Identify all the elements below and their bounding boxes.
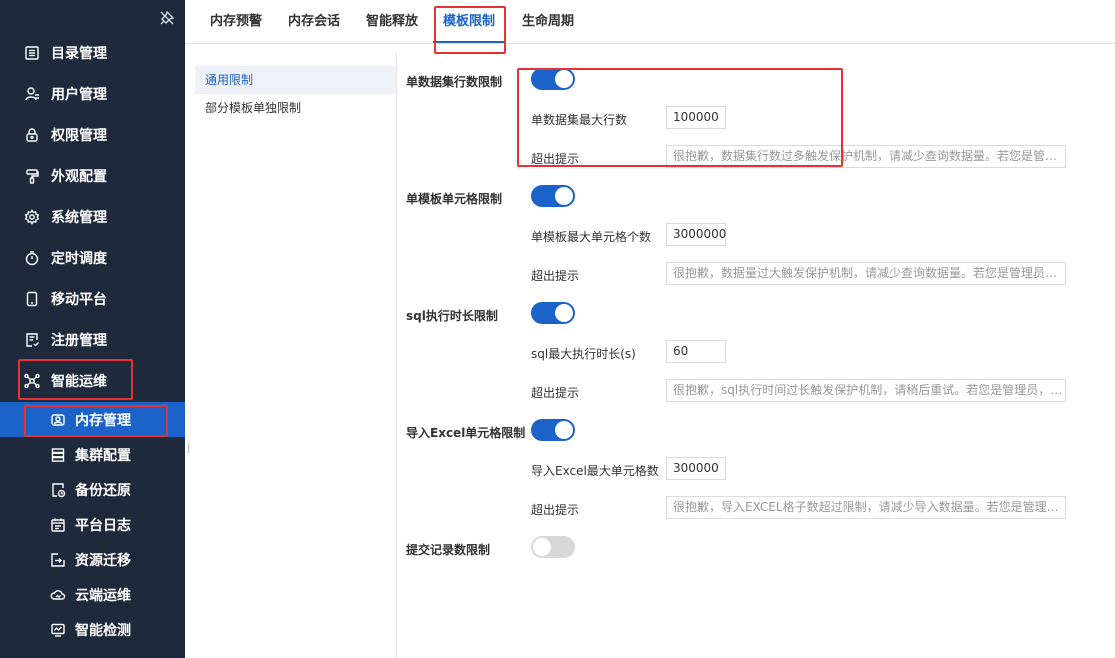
sidebar-item-label: 外观配置 xyxy=(51,168,107,185)
sidebar-item-label: 系统管理 xyxy=(51,209,107,226)
sidebar-item-label: 注册管理 xyxy=(51,332,107,349)
sidebar-subitem-cluster[interactable]: 集群配置 xyxy=(0,437,185,472)
toggle-knob xyxy=(555,421,573,439)
sidebar-item-label: 目录管理 xyxy=(51,45,107,62)
paint-roller-icon xyxy=(26,168,39,184)
sidebar-item-label: 用户管理 xyxy=(51,86,107,103)
overflow-message-label: 超出提示 xyxy=(531,503,580,517)
overflow-message-label: 超出提示 xyxy=(531,269,580,283)
cloud-icon xyxy=(50,589,66,600)
tab-label: 智能释放 xyxy=(366,14,419,29)
register-icon xyxy=(26,332,39,347)
migrate-icon xyxy=(51,552,65,567)
sidebar-item-catalog[interactable]: 目录管理 xyxy=(0,32,185,73)
dataset-max-rows-input[interactable]: 100000 xyxy=(666,106,726,129)
template-max-cells-input[interactable]: 3000000 xyxy=(666,223,726,246)
dataset-max-rows-label: 单数据集最大行数 xyxy=(531,113,628,127)
dataset-overflow-message-input[interactable]: 很抱歉，数据集行数过多触发保护机制，请减少查询数据量。若您是管理员，可在智能运维… xyxy=(666,145,1066,168)
sidebar: 目录管理 用户管理 权限管理 外观配置 系统管理 定时调度 移动平台 注册管理 … xyxy=(0,0,185,658)
sidebar-subitem-memory[interactable]: 内存管理 xyxy=(0,402,185,437)
sidebar-item-appearance[interactable]: 外观配置 xyxy=(0,155,185,196)
sidebar-item-schedule[interactable]: 定时调度 xyxy=(0,237,185,278)
excel-max-cells-input[interactable]: 300000 xyxy=(666,457,726,480)
limit-submenu: 通用限制 部分模板单独限制 xyxy=(195,52,397,658)
sidebar-subitem-label: 智能检测 xyxy=(75,622,131,639)
sql-overflow-message-input[interactable]: 很抱歉，sql执行时间过长触发保护机制，请稍后重试。若您是管理员，可在智能运维-… xyxy=(666,379,1066,402)
toggle-knob xyxy=(555,70,573,88)
sidebar-subitem-logs[interactable]: 平台日志 xyxy=(0,507,185,542)
overflow-message-label: 超出提示 xyxy=(531,152,580,166)
lock-icon xyxy=(26,127,38,142)
excel-cells-limit-toggle[interactable] xyxy=(531,419,575,441)
sql-max-duration-label: sql最大执行时长(s) xyxy=(531,347,636,361)
sidebar-subitem-cloud[interactable]: 云端运维 xyxy=(0,577,185,612)
memory-icon xyxy=(51,413,65,426)
sidebar-item-label: 移动平台 xyxy=(51,291,107,308)
timer-icon xyxy=(25,250,39,265)
sidebar-item-mobile[interactable]: 移动平台 xyxy=(0,278,185,319)
sidebar-item-label: 权限管理 xyxy=(51,127,107,144)
submenu-item-label: 通用限制 xyxy=(205,73,254,87)
sidebar-subitem-label: 集群配置 xyxy=(75,447,131,464)
log-icon xyxy=(51,518,65,532)
list-icon xyxy=(25,45,39,60)
sidebar-subitem-label: 平台日志 xyxy=(75,517,131,534)
excel-overflow-message-input[interactable]: 很抱歉，导入EXCEL格子数超过限制，请减少导入数据量。若您是管理员，可在智能运… xyxy=(666,496,1066,519)
network-icon xyxy=(24,373,40,388)
overflow-message-label: 超出提示 xyxy=(531,386,580,400)
sidebar-resize-handle[interactable]: ⁞ ⁞ xyxy=(187,442,191,459)
template-cells-limit-toggle[interactable] xyxy=(531,185,575,207)
tab-smart-release[interactable]: 智能释放 xyxy=(366,0,418,43)
sidebar-subitem-detect[interactable]: 智能检测 xyxy=(0,612,185,647)
monitor-icon xyxy=(51,623,65,637)
template-max-cells-label: 单模板最大单元格个数 xyxy=(531,230,652,244)
section-title: 单数据集行数限制 xyxy=(406,75,503,89)
sidebar-subitem-label: 资源迁移 xyxy=(75,552,131,569)
tab-label: 生命周期 xyxy=(522,14,575,29)
sidebar-item-register[interactable]: 注册管理 xyxy=(0,319,185,360)
sidebar-subitem-label: 备份还原 xyxy=(75,482,131,499)
sidebar-subitem-label: 内存管理 xyxy=(75,412,131,429)
submenu-item-label: 部分模板单独限制 xyxy=(205,101,302,115)
tab-label: 内存会话 xyxy=(288,14,341,29)
tab-label: 内存预警 xyxy=(210,14,263,29)
section-title: sql执行时长限制 xyxy=(406,309,498,323)
dataset-rows-limit-toggle[interactable] xyxy=(531,68,575,90)
tab-memory-session[interactable]: 内存会话 xyxy=(288,0,340,43)
sidebar-item-label: 定时调度 xyxy=(51,250,107,267)
sidebar-subitem-migrate[interactable]: 资源迁移 xyxy=(0,542,185,577)
pin-icon[interactable] xyxy=(158,9,176,27)
sidebar-item-smart-ops[interactable]: 智能运维 xyxy=(0,360,185,401)
submenu-item-per-template[interactable]: 部分模板单独限制 xyxy=(195,94,396,122)
sql-max-duration-input[interactable]: 60 xyxy=(666,340,726,363)
sql-duration-limit-toggle[interactable] xyxy=(531,302,575,324)
tab-bar: 内存预警 内存会话 智能释放 模板限制 生命周期 xyxy=(185,0,1115,44)
gear-icon xyxy=(24,208,40,225)
user-icon xyxy=(25,86,39,100)
sidebar-item-system[interactable]: 系统管理 xyxy=(0,196,185,237)
mobile-icon xyxy=(26,291,38,306)
sidebar-item-label: 智能运维 xyxy=(51,373,107,390)
server-icon xyxy=(51,447,65,462)
sidebar-subitem-label: 云端运维 xyxy=(75,587,131,604)
submit-records-limit-toggle[interactable] xyxy=(531,536,575,558)
toggle-knob xyxy=(555,187,573,205)
toggle-knob xyxy=(533,538,551,556)
sidebar-item-permissions[interactable]: 权限管理 xyxy=(0,114,185,155)
section-title: 单模板单元格限制 xyxy=(406,192,503,206)
sidebar-item-users[interactable]: 用户管理 xyxy=(0,73,185,114)
toggle-knob xyxy=(555,304,573,322)
submenu-item-general[interactable]: 通用限制 xyxy=(195,66,396,94)
excel-max-cells-label: 导入Excel最大单元格数 xyxy=(531,464,659,478)
template-overflow-message-input[interactable]: 很抱歉，数据量过大触发保护机制，请减少查询数据量。若您是管理员，可在智能运维-内… xyxy=(666,262,1066,285)
tab-lifecycle[interactable]: 生命周期 xyxy=(522,0,574,43)
tab-memory-alert[interactable]: 内存预警 xyxy=(210,0,262,43)
tab-label: 模板限制 xyxy=(443,14,496,29)
section-title: 导入Excel单元格限制 xyxy=(406,426,526,440)
section-title: 提交记录数限制 xyxy=(406,543,491,557)
backup-icon xyxy=(52,482,66,497)
tab-template-limit[interactable]: 模板限制 xyxy=(433,0,506,43)
sidebar-subitem-backup[interactable]: 备份还原 xyxy=(0,472,185,507)
